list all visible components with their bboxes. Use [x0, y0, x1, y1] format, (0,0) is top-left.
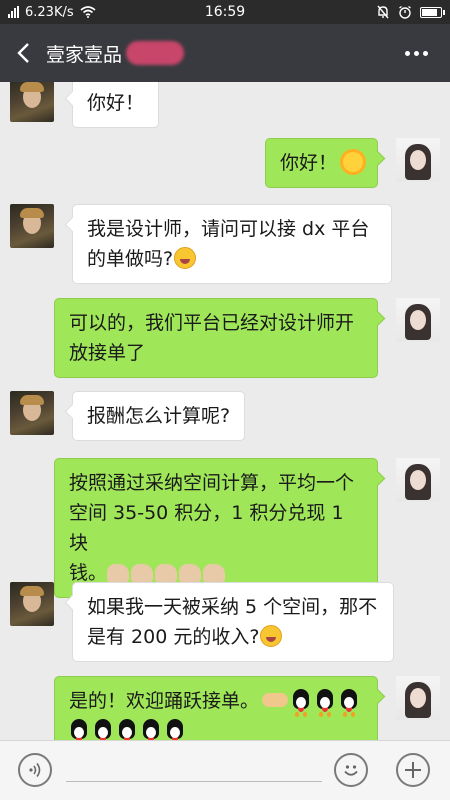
penguin-emoji-icon [69, 719, 89, 740]
back-button[interactable] [0, 24, 46, 82]
signal-icon [8, 6, 19, 18]
sun-emoji-icon [343, 152, 363, 172]
message-text: 如果我一天被采纳 5 个空间，那不 [87, 596, 378, 618]
muscle-emoji-icon [179, 564, 202, 582]
message-text: 的单做吗? [87, 248, 174, 270]
message-bubble[interactable]: 报酬怎么计算呢? [72, 391, 246, 441]
voice-icon [29, 763, 41, 777]
handshake-emoji-icon [262, 693, 289, 707]
message-text: 按照通过采纳空间计算，平均一个 [69, 472, 355, 494]
user-avatar[interactable] [396, 138, 440, 182]
emoji-button[interactable] [334, 753, 368, 787]
network-speed: 6.23K/s [25, 4, 74, 20]
user-avatar[interactable] [396, 676, 440, 720]
message-text: 你好！ [87, 92, 145, 114]
muscle-emoji-icon [203, 564, 226, 582]
penguin-emoji-icon [165, 719, 185, 740]
message-text: 是有 200 元的收入? [87, 626, 260, 648]
dot-icon [423, 50, 428, 56]
message-text: 空间 35-50 积分，1 积分兑现 1 块 [69, 502, 344, 554]
user-avatar[interactable] [396, 458, 440, 502]
message-text: 我是设计师，请问可以接 dx 平台 [87, 218, 370, 240]
message-text: 放接单了 [69, 342, 146, 364]
input-bar [0, 740, 450, 800]
status-bar: 6.23K/s 16:59 [0, 0, 450, 24]
smile-emoji-icon [174, 247, 197, 269]
penguin-emoji-icon [291, 689, 311, 713]
message-bubble[interactable]: 可以的，我们平台已经对设计师开 放接单了 [54, 298, 378, 378]
message-bubble[interactable]: 按照通过采纳空间计算，平均一个 空间 35-50 积分，1 积分兑现 1 块 钱… [54, 458, 378, 598]
contact-avatar[interactable] [10, 582, 54, 626]
dot-icon [405, 50, 410, 56]
dot-icon [414, 50, 419, 56]
message-bubble[interactable]: 如果我一天被采纳 5 个空间，那不 是有 200 元的收入? [72, 582, 394, 662]
message-text: 你好！ [279, 152, 337, 174]
chevron-left-icon [17, 43, 29, 63]
penguin-emoji-icon [117, 719, 137, 740]
message-input[interactable] [66, 781, 322, 782]
muscle-emoji-icon [131, 564, 154, 582]
penguin-emoji-icon [339, 689, 359, 713]
muscle-emoji-icon [107, 564, 130, 582]
message-list[interactable]: 你好！ 你好！ 我是设计师，请问可以接 dx 平台 的单做吗? 可以的，我们平台… [0, 82, 450, 740]
message-bubble[interactable]: 你好！ [72, 82, 160, 128]
alarm-icon [399, 5, 411, 19]
message-bubble[interactable]: 我是设计师，请问可以接 dx 平台 的单做吗? [72, 204, 392, 284]
grin-emoji-icon [260, 625, 283, 647]
redacted-name [126, 41, 185, 65]
mute-bell-icon [377, 5, 389, 19]
penguin-emoji-icon [315, 689, 335, 713]
chat-title: 壹家壹品 [46, 40, 185, 67]
penguin-emoji-icon [141, 719, 161, 740]
message-text: 是的！欢迎踊跃接单。 [69, 690, 260, 712]
voice-button[interactable] [18, 753, 52, 787]
more-actions-button[interactable] [396, 753, 430, 787]
emoji-icon [344, 765, 358, 776]
penguin-emoji-icon [93, 719, 113, 740]
contact-avatar[interactable] [10, 82, 54, 122]
muscle-emoji-icon [155, 564, 178, 582]
wifi-icon [80, 6, 96, 18]
contact-avatar[interactable] [10, 204, 54, 248]
message-bubble[interactable]: 是的！欢迎踊跃接单。 [54, 676, 378, 740]
message-text: 钱。 [69, 562, 108, 584]
message-bubble[interactable]: 你好！ [264, 138, 378, 188]
contact-avatar[interactable] [10, 391, 54, 435]
battery-icon [420, 6, 445, 18]
chat-title-text: 壹家壹品 [46, 43, 123, 66]
message-text: 可以的，我们平台已经对设计师开 [69, 312, 355, 334]
message-text: 报酬怎么计算呢? [87, 405, 231, 427]
plus-icon [405, 762, 421, 778]
user-avatar[interactable] [396, 298, 440, 342]
more-options-button[interactable] [405, 50, 428, 56]
chat-header: 壹家壹品 [0, 24, 450, 82]
